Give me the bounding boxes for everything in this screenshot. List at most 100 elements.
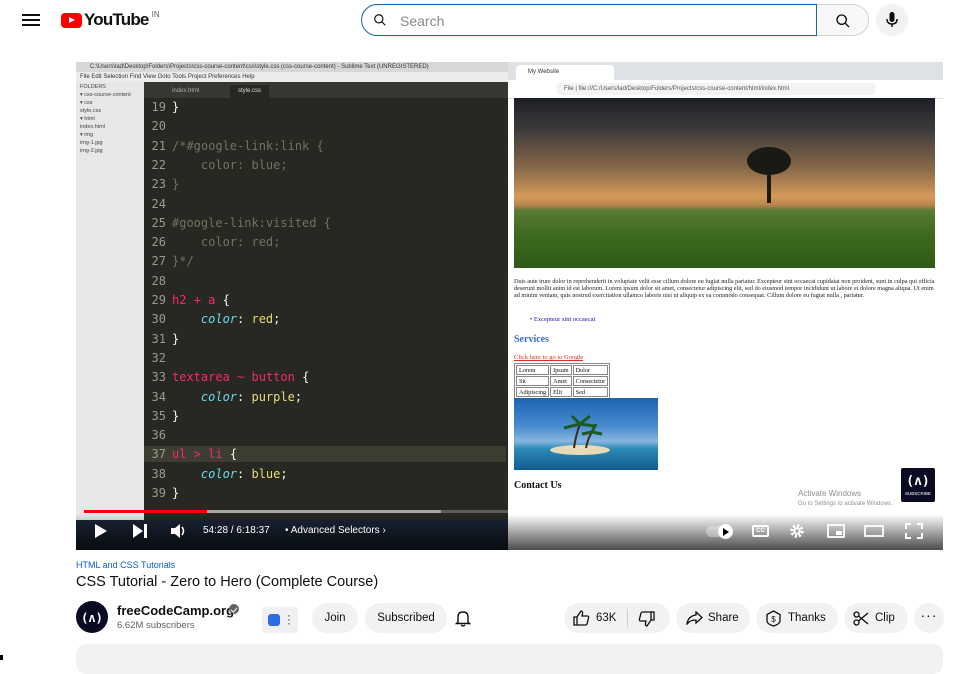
verified-badge-icon: [229, 604, 239, 614]
table-row: Sit Amet Consectetur: [516, 376, 609, 386]
table-cell: Sit: [516, 376, 550, 386]
editor-sidebar-item: index.html: [80, 124, 106, 130]
line-number: 39: [151, 486, 166, 500]
code-line: color: blue;: [172, 157, 288, 172]
edge-mark: [0, 655, 3, 660]
code-line: #google-link:visited {: [172, 215, 331, 230]
line-number: 29: [151, 293, 166, 307]
scissors-icon: [853, 611, 869, 626]
google-link: Click here to go to Google: [514, 354, 584, 361]
line-number: 32: [151, 350, 166, 365]
editor-sidebar: FOLDERS ▾ css-course-content ▾ css style.…: [76, 82, 144, 550]
description-box[interactable]: [76, 644, 943, 674]
code-line: h2 + a {: [172, 293, 230, 307]
editor-sidebar-item: ▾ img: [80, 132, 94, 138]
editor-sidebar-item: ▾ css-course-content: [80, 92, 131, 98]
search-icon: [836, 14, 850, 28]
player-controls: 54:28 / 6:18:37 • Advanced Selectors › C…: [76, 514, 943, 550]
fcc-flame-icon: (ʌ): [906, 474, 929, 489]
progress-bar[interactable]: [84, 510, 935, 513]
settings-gear-icon[interactable]: [789, 523, 805, 539]
line-number: 31: [151, 331, 166, 346]
theater-mode-icon[interactable]: [864, 523, 884, 539]
volume-icon[interactable]: [170, 523, 188, 539]
line-number: 33: [151, 370, 166, 385]
table-row: Adipiscing Elit Sed: [516, 387, 609, 397]
code-line: }: [172, 331, 180, 346]
editor-tab: index.html: [172, 88, 200, 94]
notification-bell-icon[interactable]: [455, 609, 471, 627]
share-icon: [686, 611, 703, 625]
search-box[interactable]: [361, 4, 817, 36]
code-line: color: red;: [200, 312, 281, 327]
services-heading: Services: [514, 334, 549, 345]
fullscreen-icon[interactable]: [905, 523, 923, 539]
editor-sidebar-item: FOLDERS: [80, 84, 106, 90]
code-line: color: red;: [172, 235, 281, 250]
line-number: 35: [151, 408, 166, 423]
freecodecamp-subscribe-badge[interactable]: (ʌ) SUBSCRIBE: [901, 468, 935, 502]
line-number: 23: [151, 177, 166, 192]
line-number: 26: [151, 235, 166, 250]
channel-name[interactable]: freeCodeCamp.org: [117, 603, 234, 618]
video-player[interactable]: C:\Users\lad\Desktop\Folders\Projects\cs…: [76, 62, 943, 550]
search-icon: [374, 14, 386, 26]
menu-icon[interactable]: [22, 11, 40, 29]
browser-url: File | file:///C:/Users/lad/Desktop/Fold…: [556, 83, 876, 95]
table-cell: Ipsum: [550, 365, 572, 375]
masthead: YouTube IN: [0, 0, 963, 40]
video-category-link[interactable]: HTML and CSS Tutorials: [76, 560, 175, 570]
line-number: 30: [151, 312, 166, 327]
subscribed-button[interactable]: Subscribed: [365, 603, 447, 633]
autoplay-toggle[interactable]: [706, 524, 733, 539]
youtube-logo[interactable]: YouTube IN: [61, 10, 160, 30]
super-thanks-icon: $: [766, 610, 781, 627]
search-input[interactable]: [398, 10, 802, 32]
thanks-button[interactable]: $ Thanks: [756, 603, 838, 633]
like-divider: [627, 609, 628, 627]
clip-button[interactable]: Clip: [844, 603, 908, 633]
page-list-item: • Excepteur sint occaecat: [530, 316, 596, 323]
more-actions-button[interactable]: ···: [914, 603, 944, 633]
table-cell: Dolor: [572, 365, 609, 375]
country-code: IN: [151, 9, 160, 19]
line-number: 21: [151, 138, 166, 153]
like-count[interactable]: 63K: [596, 603, 616, 633]
join-button[interactable]: Join: [312, 603, 358, 633]
tree-silhouette: [747, 147, 791, 203]
miniplayer-icon[interactable]: [827, 523, 845, 539]
play-icon[interactable]: [94, 523, 108, 539]
search-button[interactable]: [817, 4, 869, 36]
editor-tab-active: style.css: [230, 85, 270, 98]
landscape-image: [514, 98, 935, 268]
editor-tabs: index.html style.css: [144, 82, 508, 98]
activate-windows-watermark: Activate Windows Go to Settings to activ…: [798, 489, 893, 507]
more-horiz-icon: ···: [920, 607, 938, 623]
next-icon[interactable]: [132, 523, 148, 539]
line-number: 19: [151, 100, 166, 114]
code-line: color: purple;: [200, 389, 303, 404]
voice-search-button[interactable]: [876, 4, 908, 36]
extension-button[interactable]: · · ·: [262, 607, 298, 633]
video-editor-pane: C:\Users\lad\Desktop\Folders\Projects\cs…: [76, 62, 508, 550]
captions-button[interactable]: CC: [752, 525, 769, 537]
table-cell: Consectetur: [572, 376, 609, 386]
dislike-icon[interactable]: [638, 611, 655, 627]
share-button[interactable]: Share: [676, 603, 750, 633]
like-dislike-group: 63K: [564, 603, 670, 633]
channel-avatar[interactable]: (ʌ): [76, 601, 108, 633]
logo-wordmark: YouTube: [84, 10, 149, 29]
code-line: /*#google-link:link {: [172, 138, 324, 153]
editor-title-bar: C:\Users\lad\Desktop\Folders\Projects\cs…: [76, 62, 508, 72]
island-image: [514, 398, 658, 470]
line-number: 28: [151, 273, 166, 288]
contact-heading: Contact Us: [514, 480, 562, 491]
like-icon[interactable]: [573, 610, 590, 626]
chapter-title[interactable]: • Advanced Selectors ›: [285, 525, 386, 536]
youtube-play-icon: [61, 12, 82, 28]
table-cell: Elit: [550, 387, 572, 397]
more-vert-icon: · · ·: [287, 608, 291, 630]
code-line: }: [172, 486, 180, 500]
time-display: 54:28 / 6:18:37: [203, 525, 270, 536]
video-title: CSS Tutorial - Zero to Hero (Complete Co…: [76, 574, 379, 590]
